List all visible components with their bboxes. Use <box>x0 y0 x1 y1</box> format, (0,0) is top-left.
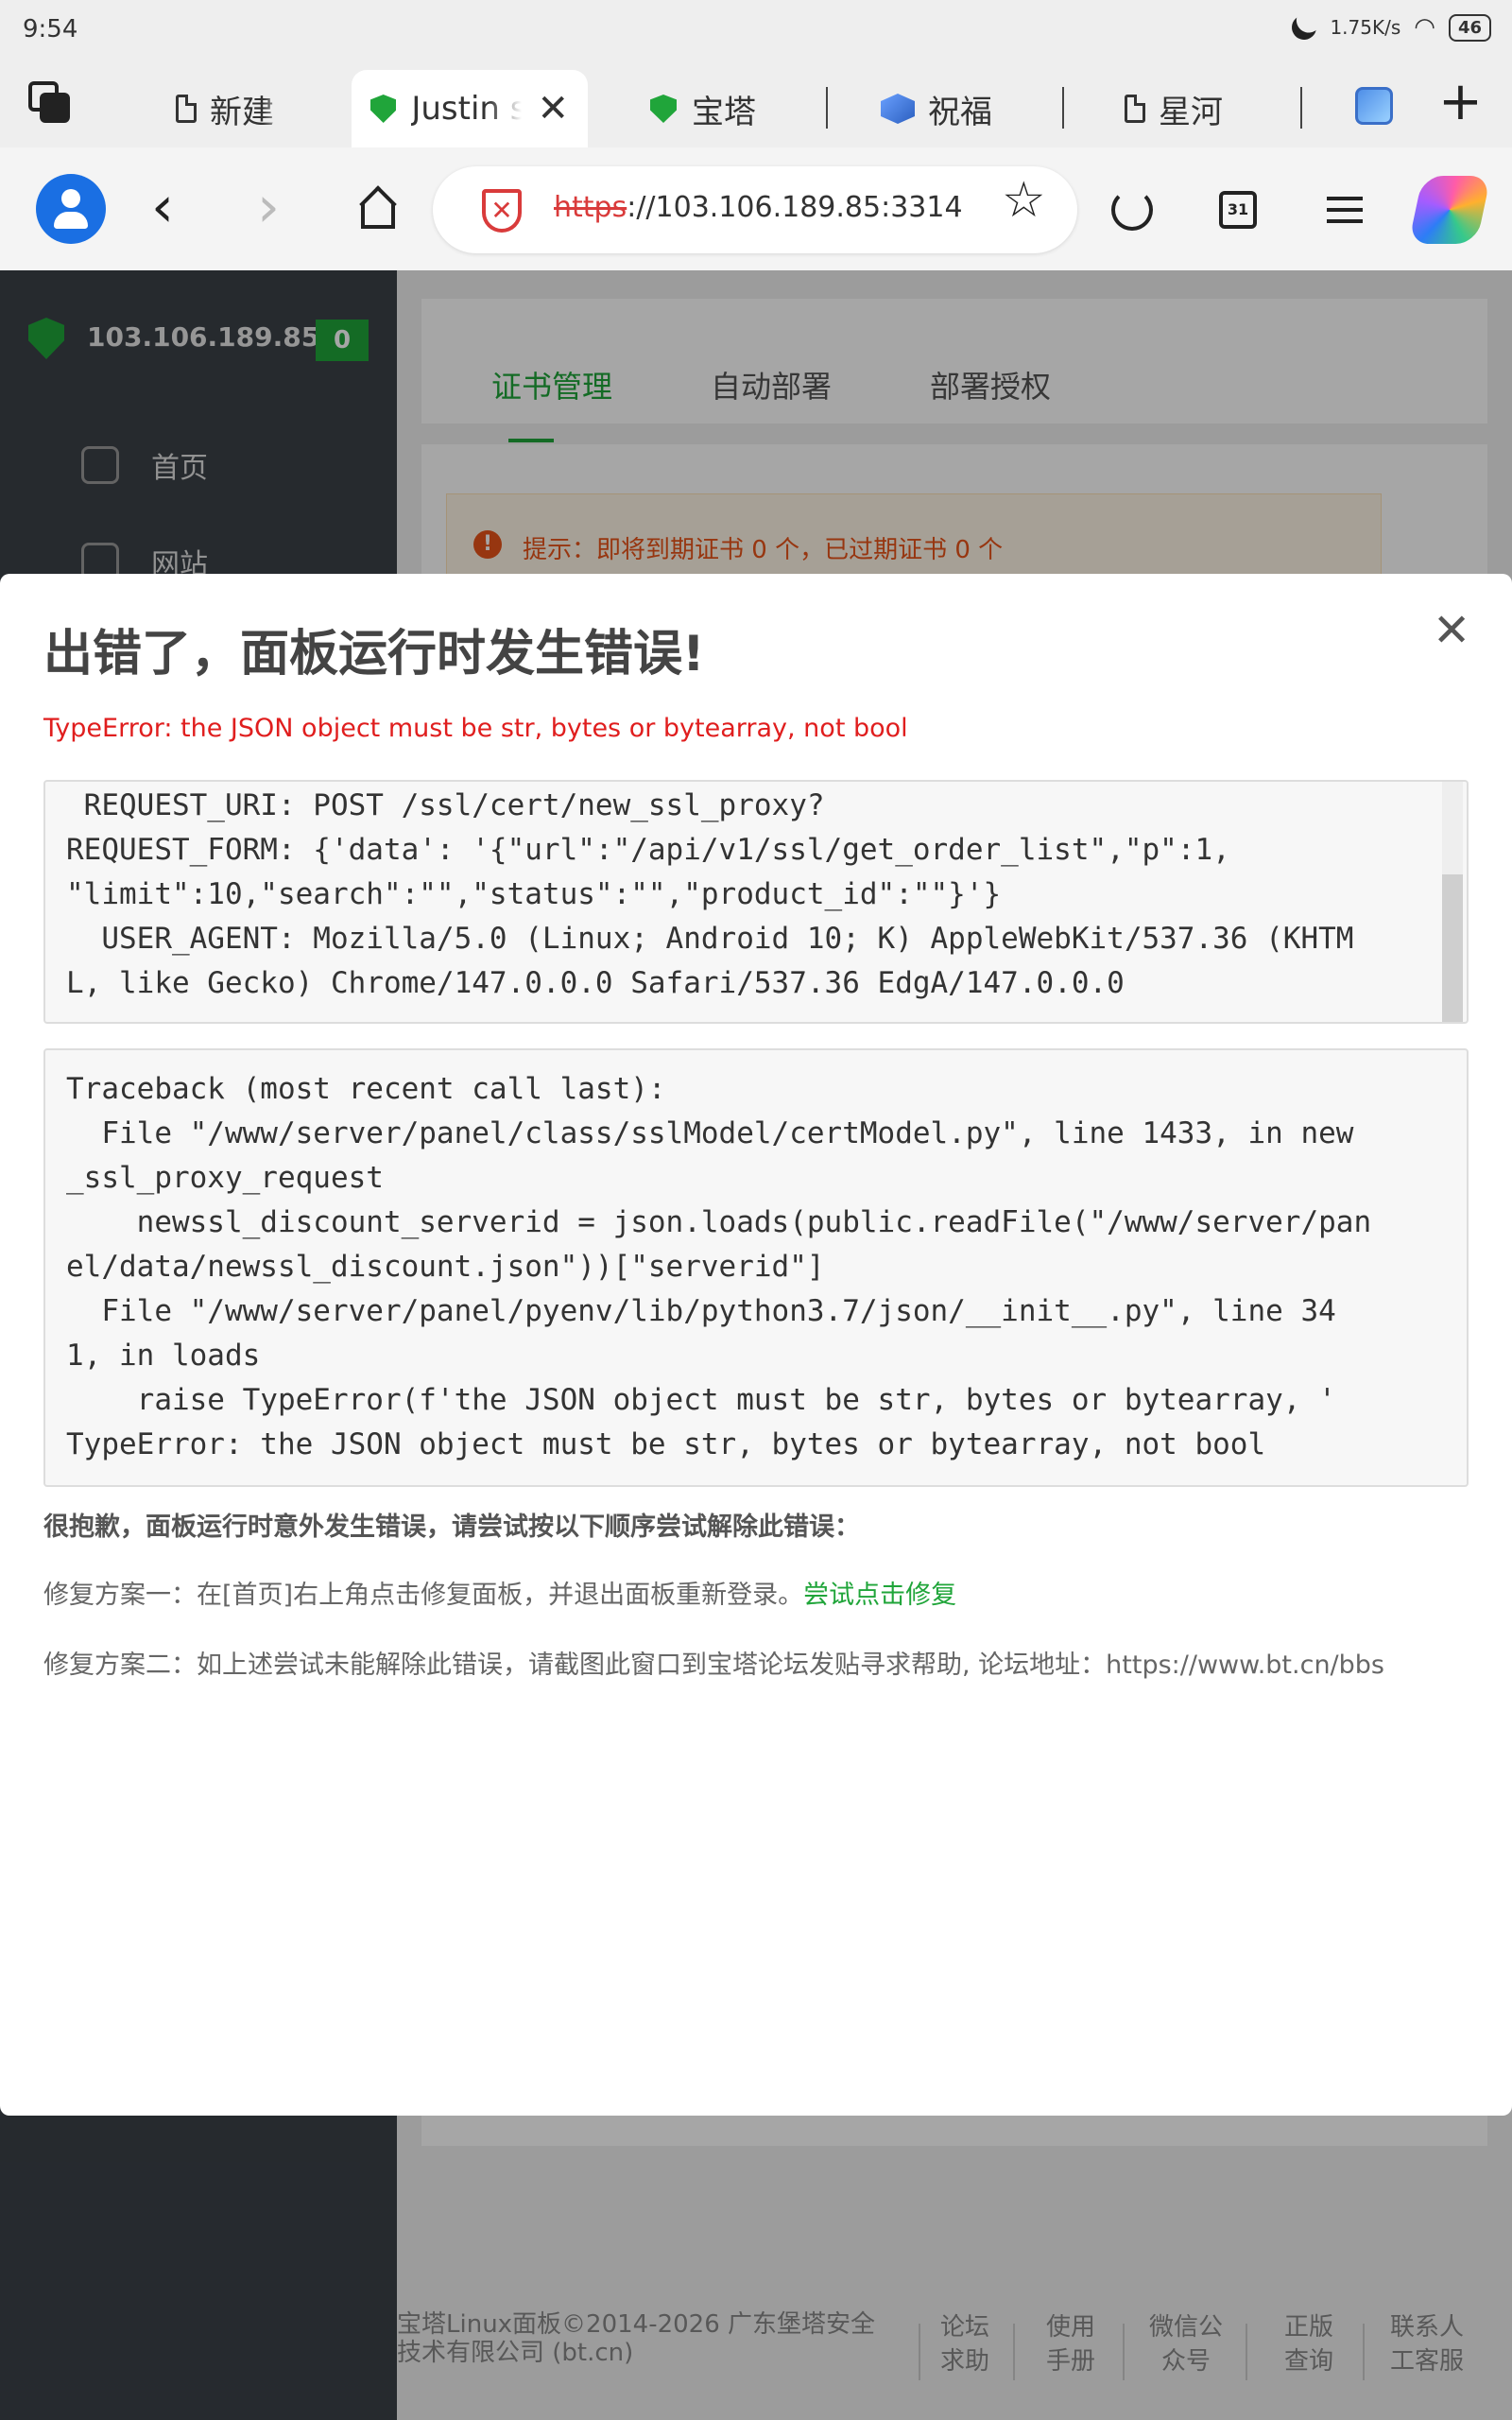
tab-1[interactable]: 新建 <box>176 70 299 147</box>
fix-option-2: 修复方案二：如上述尝试未能解除此错误，请截图此窗口到宝塔论坛发贴寻求帮助, 论坛… <box>43 1651 1385 1680</box>
app-tab-icon[interactable] <box>1355 87 1393 125</box>
status-bar: 9:54 1.75K/s ◠ 46 <box>0 0 1512 60</box>
tab-label: Justin s <box>411 90 523 128</box>
fix-option-1: 修复方案一：在[首页]右上角点击修复面板，并退出面板重新登录。尝试点击修复 <box>43 1574 956 1611</box>
request-info-text: REQUEST_URI: POST /ssl/cert/new_ssl_prox… <box>66 788 1354 1000</box>
traceback-box[interactable]: Traceback (most recent call last): File … <box>43 1048 1469 1487</box>
wifi-icon: ◠ <box>1414 13 1435 42</box>
dialog-title: 出错了，面板运行时发生错误! <box>43 626 705 683</box>
profile-avatar-icon[interactable] <box>36 174 106 244</box>
document-icon <box>176 95 197 123</box>
tab-3[interactable]: 宝塔 <box>650 70 792 147</box>
request-info-box[interactable]: REQUEST_URI: POST /ssl/cert/new_ssl_prox… <box>43 780 1469 1024</box>
copilot-icon[interactable] <box>1408 176 1491 244</box>
status-time: 9:54 <box>23 15 78 43</box>
cube-icon <box>881 94 915 124</box>
favorite-star-icon[interactable]: ☆ <box>1002 163 1046 238</box>
error-dialog: 出错了，面板运行时发生错误! ✕ TypeError: the JSON obj… <box>0 574 1512 2116</box>
baota-shield-icon <box>370 95 397 123</box>
fix-option-1-text: 修复方案一：在[首页]右上角点击修复面板，并退出面板重新登录。 <box>43 1581 804 1610</box>
sorry-text: 很抱歉，面板运行时意外发生错误，请尝试按以下顺序尝试解除此错误： <box>43 1512 860 1542</box>
menu-hamburger-icon[interactable] <box>1327 197 1363 223</box>
tab-switcher-icon[interactable] <box>28 81 72 125</box>
tab-divider <box>1062 87 1064 129</box>
error-message: TypeError: the JSON object must be str, … <box>43 714 908 743</box>
close-icon[interactable]: ✕ <box>1433 602 1470 659</box>
battery-indicator: 46 <box>1448 13 1491 42</box>
url-scheme: https <box>554 191 627 224</box>
tab-4[interactable]: 祝福 <box>881 70 1022 147</box>
browser-tab-bar: 新建 Justin s ✕ 宝塔 祝福 星河 + <box>0 60 1512 147</box>
calendar-icon[interactable]: 31 <box>1219 191 1257 229</box>
tab-label: 新建 <box>210 93 274 131</box>
traceback-text: Traceback (most recent call last): File … <box>66 1072 1372 1461</box>
tab-label: 星河 <box>1159 93 1223 131</box>
moon-icon <box>1288 10 1322 44</box>
tab-5[interactable]: 星河 <box>1125 70 1266 147</box>
tab-divider <box>826 87 828 129</box>
back-chevron-icon[interactable]: ‹ <box>151 174 174 240</box>
baota-shield-icon <box>650 95 677 123</box>
browser-toolbar: ‹ › ✕ https://103.106.189.85:3314 ☆ 31 <box>0 147 1512 270</box>
document-icon <box>1125 95 1145 123</box>
network-speed: 1.75K/s <box>1330 16 1401 39</box>
url-host: ://103.106.189.85:3314 <box>627 191 963 224</box>
home-icon[interactable] <box>357 185 399 229</box>
tab-label: 宝塔 <box>692 93 756 131</box>
status-indicators: 1.75K/s ◠ 46 <box>1292 13 1491 42</box>
scrollbar-thumb[interactable] <box>1442 874 1463 1022</box>
close-tab-icon[interactable]: ✕ <box>537 87 569 130</box>
tab-2-active[interactable]: Justin s ✕ <box>352 70 588 147</box>
tab-label: 祝福 <box>928 93 992 131</box>
forward-chevron-icon[interactable]: › <box>257 174 280 240</box>
tab-divider <box>1300 87 1302 129</box>
try-repair-link[interactable]: 尝试点击修复 <box>803 1581 956 1610</box>
new-tab-plus-icon[interactable]: + <box>1438 76 1483 129</box>
url-text[interactable]: https://103.106.189.85:3314 <box>554 191 963 224</box>
insecure-shield-icon[interactable]: ✕ <box>482 189 522 233</box>
address-bar[interactable]: ✕ https://103.106.189.85:3314 <box>433 166 1077 253</box>
reload-icon[interactable] <box>1111 189 1153 231</box>
